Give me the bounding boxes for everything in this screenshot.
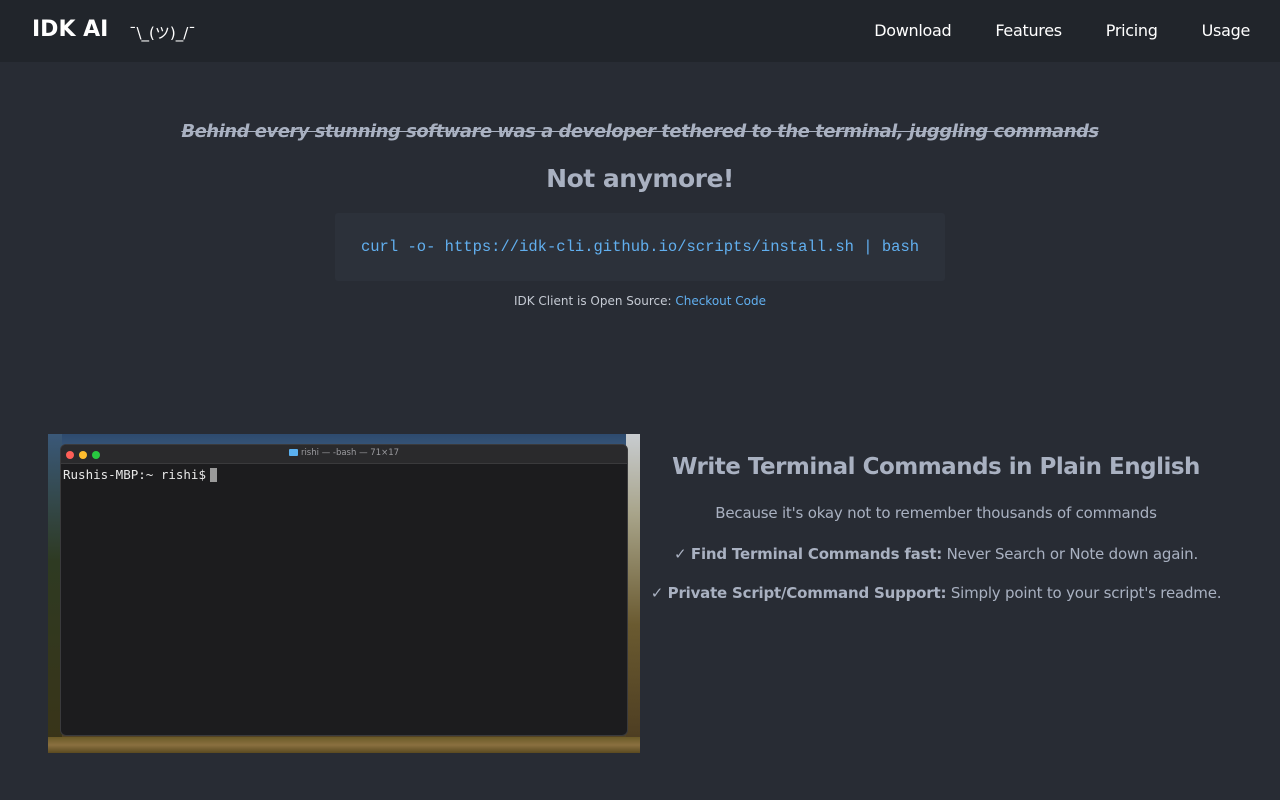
open-source-text: IDK Client is Open Source: (513, 294, 676, 308)
terminal-screenshot: rishi — -bash — 71×17 Rushis-MBP:~ rishi… (48, 434, 640, 753)
folder-icon (288, 449, 298, 456)
nav-link-features[interactable]: Features (995, 20, 1062, 42)
feature-title: Write Terminal Commands in Plain English (672, 454, 1200, 480)
check-icon: ✓ (673, 545, 687, 563)
install-command-box[interactable]: curl -o- https://idk-cli.github.io/scrip… (335, 213, 945, 281)
hero-title: Not anymore! (546, 164, 734, 193)
feature-item-text: Simply point to your script's readme. (946, 584, 1222, 602)
install-command[interactable]: curl -o- https://idk-cli.github.io/scrip… (361, 238, 919, 256)
wallpaper-bottom (48, 737, 640, 753)
terminal-body: Rushis-MBP:~ rishi$ (61, 464, 627, 482)
feature-item: ✓ Find Terminal Commands fast: Never Sea… (640, 545, 1232, 563)
terminal-title-text: rishi — -bash — 71×17 (300, 448, 400, 458)
feature-item-text: Never Search or Note down again. (942, 545, 1199, 563)
feature-item-heading: Find Terminal Commands fast: (690, 545, 943, 563)
terminal-prompt: Rushis-MBP:~ rishi$ (63, 467, 206, 482)
nav-link-usage[interactable]: Usage (1202, 20, 1251, 42)
nav-link-download[interactable]: Download (874, 20, 951, 42)
feature-item-heading: Private Script/Command Support: (667, 584, 947, 602)
terminal-window-title: rishi — -bash — 71×17 (61, 448, 627, 458)
terminal-cursor (210, 468, 217, 482)
feature-item: ✓ Private Script/Command Support: Simply… (640, 584, 1232, 602)
terminal-window: rishi — -bash — 71×17 Rushis-MBP:~ rishi… (60, 444, 628, 736)
nav-link-pricing[interactable]: Pricing (1106, 20, 1158, 42)
terminal-titlebar: rishi — -bash — 71×17 (61, 445, 627, 464)
wallpaper-right (626, 434, 640, 753)
brand-logo[interactable]: IDK AI (32, 17, 108, 42)
check-icon: ✓ (650, 584, 664, 602)
shrug-emoticon: ¯\_(ツ)_/¯ (129, 24, 196, 42)
navbar: IDK AI ¯\_(ツ)_/¯ Download Features Prici… (0, 0, 1280, 62)
nav-links: Download Features Pricing Usage (830, 20, 1250, 42)
open-source-note: IDK Client is Open Source: Checkout Code (0, 294, 1280, 308)
feature-subtitle: Because it's okay not to remember thousa… (715, 504, 1157, 522)
hero-strikethrough-text: Behind every stunning software was a dev… (181, 121, 1099, 142)
checkout-code-link[interactable]: Checkout Code (675, 294, 766, 308)
